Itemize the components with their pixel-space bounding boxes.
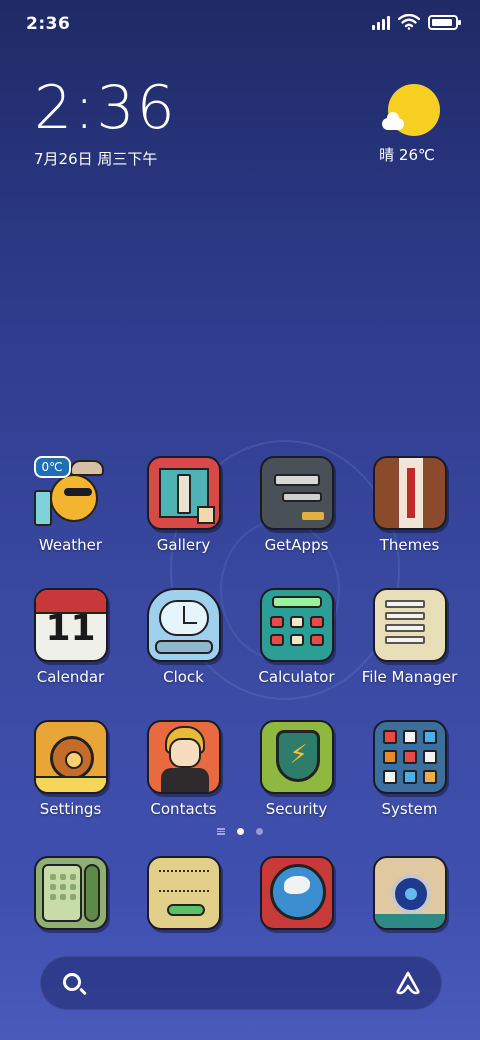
app-weather[interactable]: 0℃ Weather [14,456,127,554]
app-label: System [381,800,438,818]
status-bar: 2:36 [0,0,480,50]
dock-phone[interactable] [14,856,127,930]
page-indicator[interactable] [0,828,480,835]
themes-icon [372,456,447,530]
system-icon [372,720,447,794]
page-dot[interactable] [237,828,244,835]
app-drawer-icon[interactable] [217,828,225,835]
dock [14,856,466,930]
signal-icon [372,14,390,30]
app-getapps[interactable]: GetApps [240,456,353,554]
app-gallery[interactable]: Gallery [127,456,240,554]
status-time: 2:36 [26,14,71,34]
widget-date: 7月26日 周三下午 [34,150,158,168]
app-label: Themes [379,536,440,554]
camera-icon [372,856,447,930]
app-label: Weather [38,536,103,554]
app-system[interactable]: System [353,720,466,818]
app-file-manager[interactable]: File Manager [353,588,466,686]
dock-messages[interactable] [127,856,240,930]
app-grid: 0℃ Weather Gallery GetApps Themes 11 Cal… [14,456,466,818]
messages-icon [146,856,221,930]
weather-text: 晴 26℃ [379,146,435,164]
assistant-icon[interactable] [395,971,421,995]
app-label: GetApps [264,536,329,554]
status-icons [372,14,461,30]
clock-icon [146,588,221,662]
calculator-icon [259,588,334,662]
dock-camera[interactable] [353,856,466,930]
settings-icon [33,720,108,794]
clock-widget[interactable]: 2:36 7月26日 周三下午 [34,78,177,169]
battery-icon [428,14,461,30]
search-icon[interactable] [63,973,81,991]
app-contacts[interactable]: Contacts [127,720,240,818]
app-calculator[interactable]: Calculator [240,588,353,686]
browser-icon [259,856,334,930]
widget-time: 2:36 [34,73,177,143]
app-themes[interactable]: Themes [353,456,466,554]
file-manager-icon [372,588,447,662]
app-clock[interactable]: Clock [127,588,240,686]
app-calendar[interactable]: 11 Calendar [14,588,127,686]
calendar-day: 11 [45,608,96,649]
getapps-icon [259,456,334,530]
gallery-icon [146,456,221,530]
dock-browser[interactable] [240,856,353,930]
app-label: Settings [39,800,102,818]
app-security[interactable]: ⚡ Security [240,720,353,818]
weather-widget[interactable]: 晴 26℃ [379,84,444,165]
wifi-icon [398,14,420,30]
app-settings[interactable]: Settings [14,720,127,818]
app-label: File Manager [361,668,458,686]
app-label: Gallery [156,536,211,554]
weather-icon: 0℃ [33,456,108,530]
security-icon: ⚡ [259,720,334,794]
app-label: Calculator [258,668,335,686]
sunny-icon [382,84,440,136]
calendar-icon: 11 [33,588,108,662]
contacts-icon [146,720,221,794]
app-label: Security [265,800,328,818]
app-label: Clock [163,668,204,686]
page-dot[interactable] [256,828,263,835]
phone-icon [33,856,108,930]
weather-badge: 0℃ [33,456,71,478]
search-bar[interactable] [40,956,442,1010]
battery-fill [432,18,452,26]
app-label: Calendar [36,668,105,686]
app-label: Contacts [150,800,217,818]
